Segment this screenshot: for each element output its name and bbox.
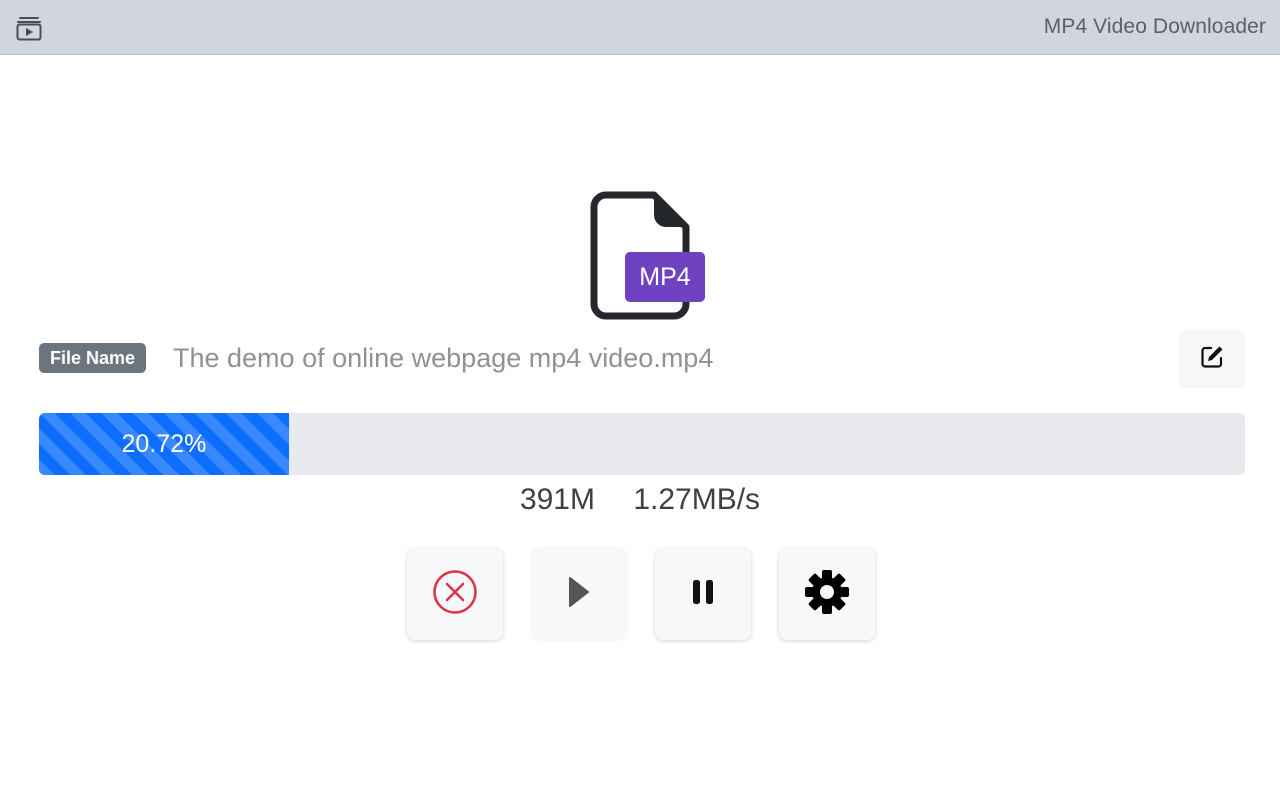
download-progress-bar: 20.72% bbox=[39, 413, 1245, 475]
edit-file-name-button[interactable] bbox=[1179, 330, 1245, 388]
video-library-icon[interactable] bbox=[15, 15, 43, 41]
download-controls bbox=[407, 548, 877, 642]
gear-icon bbox=[804, 569, 850, 620]
download-speed: 1.27MB/s bbox=[633, 483, 761, 516]
top-bar: MP4 Video Downloader bbox=[0, 0, 1280, 55]
mp4-badge: MP4 bbox=[625, 252, 705, 302]
file-icon: MP4 bbox=[590, 190, 710, 322]
pause-icon bbox=[691, 579, 715, 610]
file-size: 391M bbox=[519, 483, 595, 516]
file-name-row: File Name The demo of online webpage mp4… bbox=[39, 330, 1245, 388]
progress-percent: 20.72% bbox=[121, 429, 207, 458]
progress-fill: 20.72% bbox=[39, 413, 289, 475]
settings-button[interactable] bbox=[779, 548, 875, 640]
pause-button[interactable] bbox=[655, 548, 751, 640]
file-name: The demo of online webpage mp4 video.mp4 bbox=[173, 343, 714, 373]
file-name-label: File Name bbox=[39, 343, 147, 373]
play-icon bbox=[567, 575, 591, 614]
cancel-button[interactable] bbox=[407, 548, 503, 640]
play-button[interactable] bbox=[531, 548, 627, 640]
download-stats: 391M 1.27MB/s bbox=[0, 480, 1280, 520]
edit-icon bbox=[1199, 344, 1225, 375]
app-title: MP4 Video Downloader bbox=[1043, 15, 1266, 38]
cancel-circle-icon bbox=[432, 569, 478, 620]
